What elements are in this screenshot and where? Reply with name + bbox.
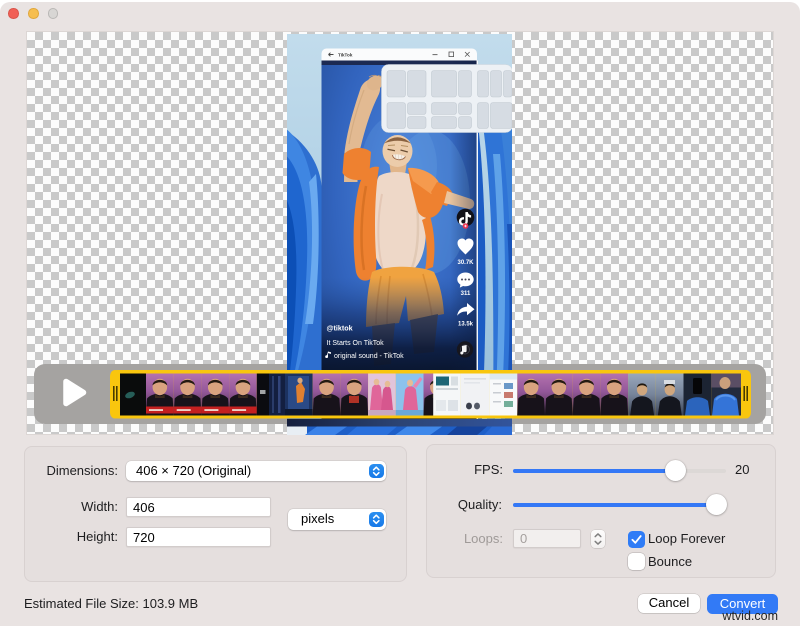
svg-text:original sound - TikTok: original sound - TikTok [334,353,404,360]
svg-text:30.7K: 30.7K [457,260,474,266]
svg-text:13.5k: 13.5k [458,322,474,328]
svg-text:TikTok: TikTok [338,52,353,57]
svg-text:@tiktok: @tiktok [327,324,353,333]
svg-text:It Starts On TikTok: It Starts On TikTok [327,340,385,347]
svg-text:311: 311 [461,291,471,297]
